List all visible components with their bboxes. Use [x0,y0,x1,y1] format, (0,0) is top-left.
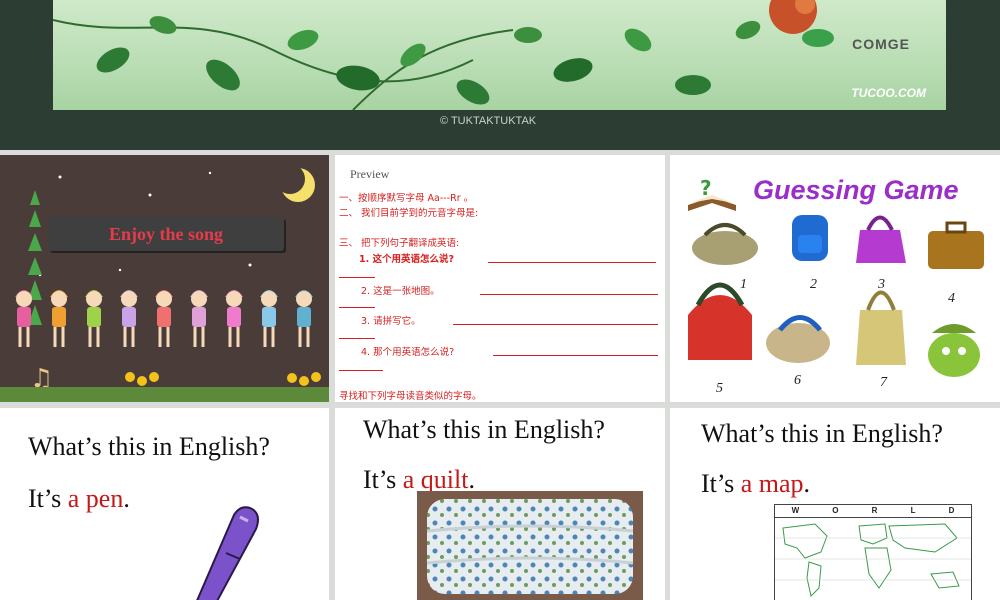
answer-prefix: It’s [701,469,741,498]
answer-blank [488,262,656,263]
preview-question-1: 1. 这个用英语怎么说? [359,254,455,265]
answer-text: It’s a map. [701,469,810,499]
answer-blank [493,355,658,356]
girl-figure [190,290,208,347]
answer-suffix: . [803,469,811,498]
bag-number: 1 [740,277,747,292]
question-text: What’s this in English? [701,419,943,448]
girl-figure [155,290,173,347]
song-title: Enjoy the song [108,224,224,244]
preview-line-3: 三、 把下列句子翻译成英语: [339,238,460,249]
slide-thumbnail-quilt[interactable]: What’s this in English? It’s a quilt. [335,408,665,600]
answer-blank [339,277,375,278]
preview-heading: Preview [350,167,390,181]
answer-blank [480,294,658,295]
song-title-box: Enjoy the song [48,217,284,251]
girl-figure [85,290,103,347]
answer-blank [339,370,383,371]
girl-figure [50,290,68,347]
girl-figure [260,290,278,347]
preview-question-3: 3. 请拼写它。 [361,316,421,327]
bag-number: 5 [716,381,723,396]
quilt-photo [417,491,643,600]
preview-line-1: 一、按顺序默写字母 Aa---Rr 。 [339,193,474,204]
dancing-girls-illustration [15,290,313,347]
banner-illustration: COMGE TUCOO.COM [53,0,946,110]
brand-logo-tucoo: TUCOO.COM [851,86,926,100]
brand-logo-comge: COMGE [852,36,910,52]
answer-highlight: a pen [67,484,124,513]
map-letter: L [910,506,916,515]
bag-number: 3 [878,277,885,292]
pen-illustration [196,506,259,600]
answer-prefix: It’s [28,484,68,513]
girl-figure [120,290,138,347]
slide-thumbnail-preview[interactable]: Preview 一、按顺序默写字母 Aa---Rr 。 二、 我们目前学到的元音… [335,155,665,402]
girl-figure [15,290,33,347]
preview-line-2: 二、 我们目前学到的元音字母是: [339,208,479,219]
answer-blank [339,307,375,308]
answer-suffix: . [123,484,130,513]
girl-figure [225,290,243,347]
preview-footer: 寻找和下列字母读音类似的字母。 [339,391,482,402]
map-letter: R [871,506,878,515]
answer-blank [453,324,658,325]
answer-blank [339,338,375,339]
map-letter: D [948,506,955,515]
answer-highlight: a map [740,469,804,498]
bag-number: 2 [810,277,817,292]
preview-question-2: 2. 这是一张地图。 [361,286,440,297]
slide-thumbnail-enjoy-song[interactable]: ♫ Enjoy the song [0,155,329,402]
answer-highlight: a quilt [402,465,469,494]
slide-thumbnail-guessing-game[interactable]: ? Guessing Game 1 2 3 4 5 6 7 [670,155,1000,402]
bag-number: 6 [794,373,801,388]
girl-figure [295,290,313,347]
map-outline [775,523,971,597]
vine-leaves-art [53,0,834,110]
bags-illustration [688,215,984,377]
map-letter: W [791,506,800,515]
map-letter: O [832,506,839,515]
preview-question-4: 4. 那个用英语怎么说? [361,347,455,358]
question-text: What’s this in English? [363,415,605,444]
question-text: What’s this in English? [28,432,270,461]
answer-text: It’s a pen. [28,484,130,514]
bag-number: 4 [948,291,955,306]
answer-suffix: . [468,465,475,494]
title-banner: COMGE TUCOO.COM © TUKTAKTUKTAK [0,0,1000,150]
slide-thumbnail-map[interactable]: What’s this in English? It’s a map. W O … [670,408,1000,600]
answer-prefix: It’s [363,465,403,494]
world-map: W O R L D [774,504,972,600]
slide-thumbnail-pen[interactable]: What’s this in English? It’s a pen. [0,408,329,600]
map-header: W O R L D [775,505,971,518]
bag-number: 7 [880,375,887,390]
grass-ground [0,387,329,402]
credit-text: © TUKTAKTUKTAK [440,115,537,127]
